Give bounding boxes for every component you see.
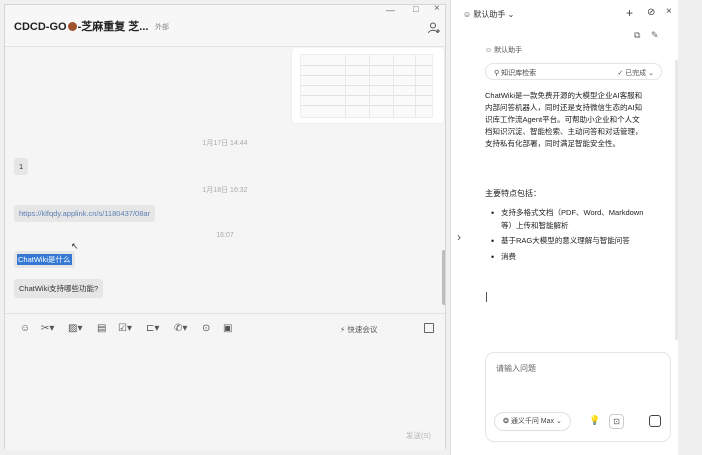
close-icon[interactable]: × (666, 6, 672, 17)
bot-name: 默认助手 (494, 47, 523, 54)
new-chat-button[interactable]: + (626, 6, 633, 20)
chat-icon[interactable]: ⊙ (202, 323, 210, 334)
chat-window: CDCD-GO -芝麻重复 芝... 外部 — □ × 1月17日 14:44 … (4, 3, 446, 450)
list-item: 基于RAG大模型的意义理解与智能问答 (485, 235, 645, 248)
desktop: CDCD-GO -芝麻重复 芝... 外部 — □ × 1月17日 14:44 … (0, 0, 702, 455)
features-heading: 主要特点包括： (485, 189, 541, 198)
typing-caret (486, 292, 487, 302)
image-icon[interactable]: ▨▾ (68, 323, 82, 334)
emoji-icon[interactable]: ☺ (20, 323, 30, 334)
input-placeholder: 请输入问题 (496, 364, 536, 373)
kb-search-status[interactable]: ⚲ 知识库检索 ✓ 已完成 ⌄ (485, 63, 662, 80)
bot-icon: ☺ (485, 47, 493, 54)
add-member-icon[interactable] (427, 21, 441, 35)
answer-text: ChatWiki是一款免费开源的大模型企业AI客服和内部问答机器人，同时还是支持… (485, 91, 643, 148)
folder-icon[interactable]: ⊏▾ (146, 323, 159, 334)
model-selector[interactable]: ❂ 通义千问 Max ⌄ (494, 412, 571, 431)
composer: ☺ ✂▾ ▨▾ ▤ ☑▾ ⊏▾ ✆▾ ⊙ ▣ ⚡ 快速会议 发送(S) (5, 313, 445, 450)
chat-history-icon[interactable] (424, 323, 434, 333)
message-bubble[interactable]: ChatWiki支持哪些功能? (14, 279, 104, 298)
lightbulb-icon[interactable]: 💡 (589, 415, 600, 426)
chat-title[interactable]: CDCD-GO -芝麻重复 芝... (14, 18, 148, 34)
assistant-title: 默认助手 (473, 10, 506, 19)
link-message[interactable]: https://klfqdy.applink.cn/s/1180437/08ar (14, 205, 156, 222)
chestnut-icon (67, 22, 77, 31)
assistant-panel: ☺ 默认助手 ⌄ + ⊘ × ⧉ ✎ › ☺ 默认助手 ⚲ 知识库检索 ✓ 已完… (450, 0, 678, 455)
timestamp: 1月17日 14:44 (202, 140, 248, 147)
lightning-icon: ⚡ (340, 325, 346, 334)
maximize-button[interactable]: □ (413, 4, 418, 14)
image-preview (300, 54, 433, 118)
doc-icon[interactable]: ▤ (97, 323, 106, 334)
phone-icon[interactable]: ✆▾ (174, 323, 187, 334)
features-list: 支持多格式文档（PDF、Word、Markdown等）上传和智能解析 基于RAG… (485, 207, 645, 266)
minimize-button[interactable]: — (386, 5, 395, 15)
list-item: 支持多格式文档（PDF、Word、Markdown等）上传和智能解析 (485, 207, 645, 232)
stop-button[interactable] (649, 415, 661, 427)
model-icon: ❂ (503, 418, 509, 425)
chevron-down-icon: ⌄ (507, 10, 515, 19)
question-input[interactable]: 请输入问题 ❂ 通义千问 Max ⌄ 💡 ⊡ (485, 352, 671, 442)
kb-label-text: 知识库检索 (501, 70, 537, 77)
kb-status: ✓ 已完成 ⌄ (617, 68, 654, 78)
quick-meeting-label: 快速会议 (347, 325, 378, 334)
message-bubble[interactable]: 1 (14, 158, 29, 175)
assistant-scrollbar[interactable] (675, 60, 678, 340)
chat-title-part2: -芝麻重复 芝... (77, 21, 149, 33)
expand-chevron-icon[interactable]: › (457, 230, 461, 244)
chevron-down-icon: ⌄ (555, 418, 562, 425)
check-icon: ✓ (617, 70, 624, 77)
kb-status-text: 已完成 (625, 70, 647, 77)
timestamp: 1月18日 16:32 (202, 187, 248, 194)
assistant-selector[interactable]: ☺ 默认助手 ⌄ (463, 9, 514, 20)
chat-external-tag: 外部 (155, 24, 169, 31)
send-button[interactable]: 发送(S) (406, 430, 431, 441)
quick-meeting-button[interactable]: ⚡ 快速会议 (340, 324, 377, 335)
bot-icon: ☺ (463, 10, 472, 19)
list-item: 消费 (485, 251, 645, 264)
copy-icon[interactable]: ⧉ (634, 30, 640, 41)
edit-icon[interactable]: ✎ (651, 30, 659, 41)
search-tool-icon: ⚲ (494, 70, 500, 77)
model-label: 通义千问 Max (510, 418, 554, 425)
checkbox-icon[interactable]: ☑▾ (118, 323, 132, 334)
message-scrollbar[interactable] (442, 250, 445, 305)
paperclip-icon[interactable]: ⊘ (647, 7, 655, 18)
scissors-icon[interactable]: ✂▾ (41, 323, 54, 334)
bot-label: ☺ 默认助手 (485, 45, 522, 55)
message-list[interactable]: 1月17日 14:44 1 1月18日 16:32 https://klfqdy… (5, 48, 445, 313)
mouse-cursor: ↖ (71, 241, 79, 251)
calendar-icon[interactable]: ▣ (223, 323, 232, 334)
attach-file-icon[interactable]: ⊡ (609, 414, 624, 429)
close-button[interactable]: × (434, 3, 440, 14)
kb-search-label: ⚲ 知识库检索 (494, 68, 536, 78)
selected-text: ChatWiki是什么 (17, 254, 72, 265)
chevron-down-icon: ⌄ (648, 70, 654, 77)
message-bubble-selected[interactable]: ChatWiki是什么 (14, 251, 75, 268)
chat-title-part1: CDCD-GO (14, 21, 67, 33)
image-message-thumbnail[interactable] (292, 48, 444, 123)
chat-header: CDCD-GO -芝麻重复 芝... 外部 — □ × (5, 3, 445, 47)
timestamp: 16:07 (216, 232, 234, 239)
